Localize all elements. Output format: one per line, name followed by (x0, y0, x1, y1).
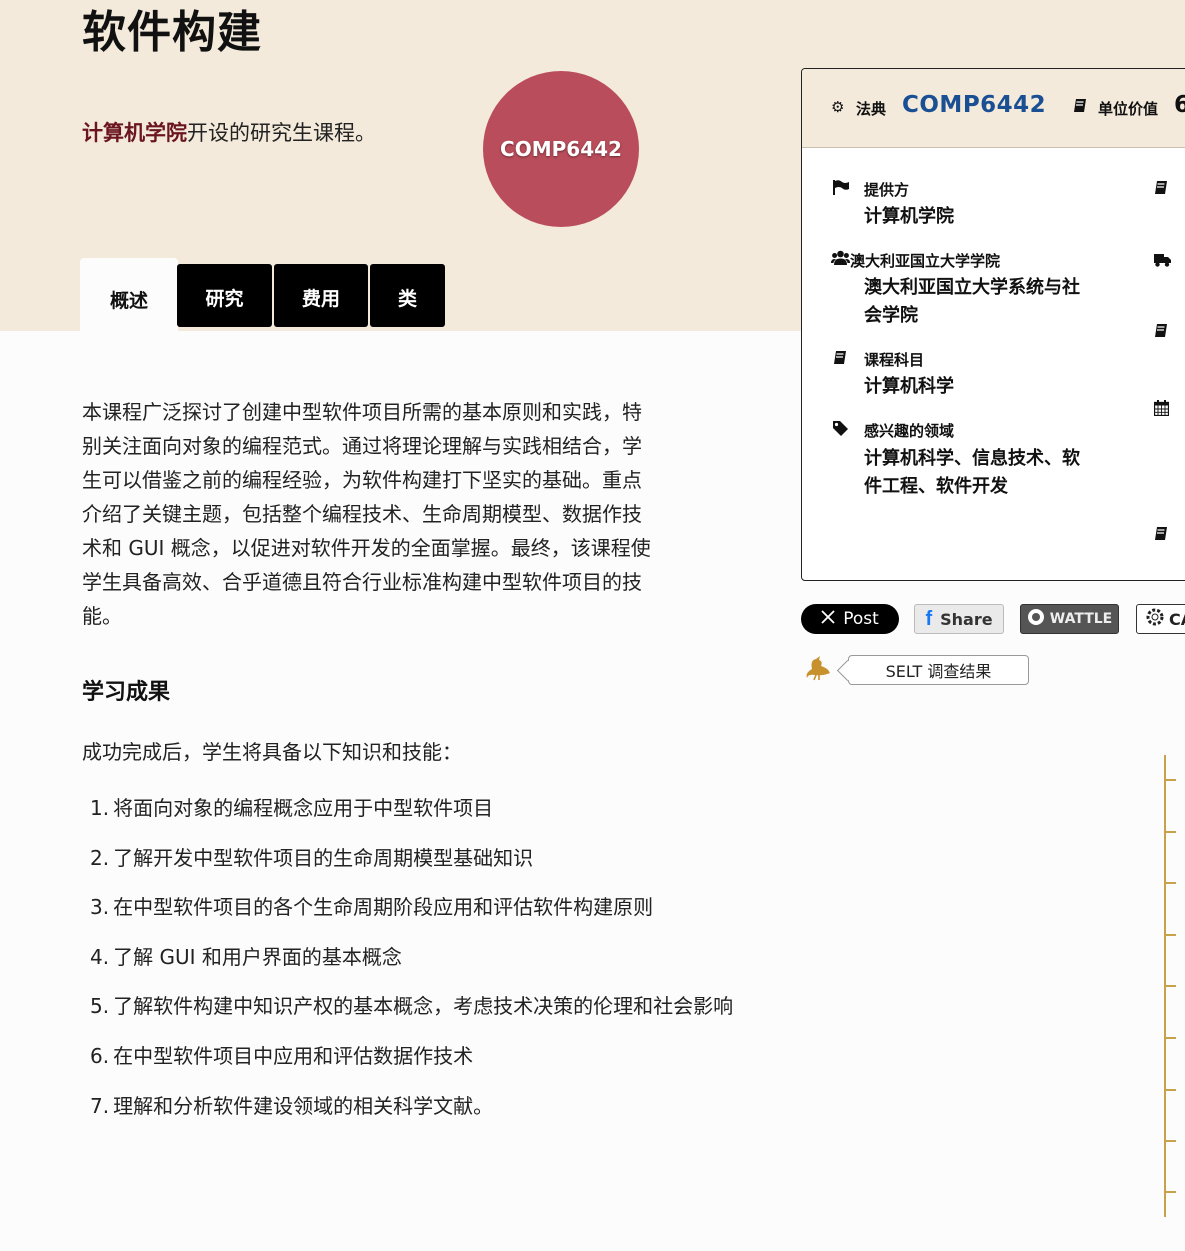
facebook-icon: f (925, 607, 933, 630)
ca-label: CA (1169, 609, 1185, 629)
list-item-number: 4. (90, 944, 110, 969)
list-item-number: 2. (90, 845, 110, 870)
calendar-icon (1153, 400, 1170, 420)
learning-outcomes-intro: 成功完成后，学生将具备以下知识和技能： (82, 740, 462, 764)
list-item: 4. 了解 GUI 和用户界面的基本概念 (90, 941, 733, 991)
learning-outcomes-heading: 学习成果 (82, 680, 171, 705)
tab-fees[interactable]: 费用 (274, 264, 368, 327)
book-icon (1073, 98, 1087, 117)
book-icon (1154, 526, 1168, 545)
book-icon (1154, 323, 1168, 342)
subject-label: 课程科目 (864, 351, 925, 369)
list-item-text: 将面向对象的编程概念应用于中型软件项目 (113, 796, 494, 820)
tab-overview[interactable]: 概述 (80, 258, 178, 331)
offered-by-value[interactable]: 计算机学院 (864, 203, 954, 231)
tab-study[interactable]: 研究 (177, 264, 272, 327)
list-item: 7. 理解和分析软件建设领域的相关科学文献。 (90, 1090, 733, 1140)
timeline-tick (1164, 1140, 1176, 1142)
x-post-label: Post (843, 609, 879, 629)
list-item: 1. 将面向对象的编程概念应用于中型软件项目 (90, 792, 733, 842)
code-label: 法典 (856, 100, 887, 118)
area-of-interest-label: 感兴趣的领域 (864, 422, 955, 440)
x-logo-icon (821, 609, 835, 629)
list-item: 2. 了解开发中型软件项目的生命周期模型基础知识 (90, 842, 733, 892)
course-description: 本课程广泛探讨了创建中型软件项目所需的基本原则和实践，特 别关注面向对象的编程范… (82, 400, 651, 628)
timeline-tick (1164, 1037, 1176, 1039)
flag-icon (833, 180, 850, 199)
tab-classes-label: 类 (397, 288, 417, 310)
book-icon (1154, 180, 1168, 199)
list-item-text: 了解 GUI 和用户界面的基本概念 (113, 944, 402, 969)
list-item-number: 6. (90, 1043, 110, 1068)
college-value[interactable]: 澳大利亚国立大学系统与社 会学院 (864, 274, 1080, 330)
gear-icon: ⚙ (831, 98, 845, 116)
timeline-decoration (1163, 755, 1185, 1217)
list-item: 5. 了解软件构建中知识产权的基本概念，考虑技术决策的伦理和社会影响 (90, 990, 733, 1040)
users-icon (831, 250, 850, 269)
tab-overview-label: 概述 (109, 290, 148, 312)
book-icon (833, 350, 847, 369)
card-header: ⚙ 法典 COMP6442 单位价值 6 (802, 69, 1185, 148)
course-code-badge: COMP6442 (483, 71, 639, 227)
list-item: 3. 在中型软件项目的各个生命周期阶段应用和评估软件构建原则 (90, 891, 733, 941)
course-info-card: ⚙ 法典 COMP6442 单位价值 6 提供方 计算机学院 澳大利亚国立大学学… (801, 68, 1185, 581)
timeline-tick (1164, 985, 1176, 987)
wattle-button[interactable]: WATTLE (1020, 604, 1119, 634)
subtitle: 计算机学院开设的研究生课程。 (82, 117, 376, 147)
list-item-text: 了解软件构建中知识产权的基本概念，考虑技术决策的伦理和社会影响 (113, 994, 734, 1019)
list-item: 6. 在中型软件项目中应用和评估数据作技术 (90, 1040, 733, 1090)
list-item-text: 了解开发中型软件项目的生命周期模型基础知识 (113, 845, 534, 870)
ca-button[interactable]: CA (1136, 604, 1185, 634)
unit-value-label: 单位价值 (1098, 100, 1159, 118)
list-item-text: 理解和分析软件建设领域的相关科学文献。 (113, 1093, 494, 1118)
selt-results-button[interactable]: SELT 调查结果 (848, 655, 1029, 685)
tag-icon (833, 421, 848, 440)
list-item-text: 在中型软件项目的各个生命周期阶段应用和评估软件构建原则 (113, 895, 654, 920)
timeline-tick (1164, 1089, 1176, 1091)
list-item-number: 3. (90, 895, 110, 920)
area-of-interest-value[interactable]: 计算机科学、信息技术、软 件工程、软件开发 (864, 445, 1080, 501)
subtitle-text: 开设的研究生课程。 (187, 121, 376, 145)
unit-value: 6 (1174, 92, 1185, 118)
wattle-icon (1027, 608, 1045, 630)
school-link[interactable]: 计算机学院 (82, 121, 187, 145)
timeline-tick (1164, 779, 1176, 781)
tab-fees-label: 费用 (301, 288, 340, 310)
list-item-number: 5. (90, 994, 110, 1019)
facebook-share-label: Share (940, 609, 993, 629)
timeline-tick (1164, 882, 1176, 884)
list-item-number: 1. (90, 796, 110, 820)
tab-classes[interactable]: 类 (370, 264, 445, 327)
list-item-text: 在中型软件项目中应用和评估数据作技术 (113, 1043, 474, 1068)
gear-outline-icon (1145, 607, 1165, 631)
tab-study-label: 研究 (205, 288, 244, 310)
timeline-tick (1164, 1191, 1176, 1193)
subject-value[interactable]: 计算机科学 (864, 373, 954, 401)
timeline-tick (1164, 934, 1176, 936)
wattle-label: WATTLE (1049, 611, 1113, 627)
code-value: COMP6442 (902, 92, 1047, 118)
list-item-number: 7. (90, 1093, 110, 1118)
facebook-share-button[interactable]: f Share (914, 604, 1004, 634)
learning-outcomes-list: 1. 将面向对象的编程概念应用于中型软件项目 2. 了解开发中型软件项目的生命周期模… (90, 792, 733, 1139)
offered-by-label: 提供方 (864, 181, 910, 199)
college-label: 澳大利亚国立大学学院 (850, 252, 1001, 270)
bird-icon (803, 655, 831, 685)
timeline-tick (1164, 831, 1176, 833)
page-title: 软件构建 (82, 7, 262, 58)
truck-icon (1154, 252, 1171, 271)
x-post-button[interactable]: Post (801, 604, 899, 634)
